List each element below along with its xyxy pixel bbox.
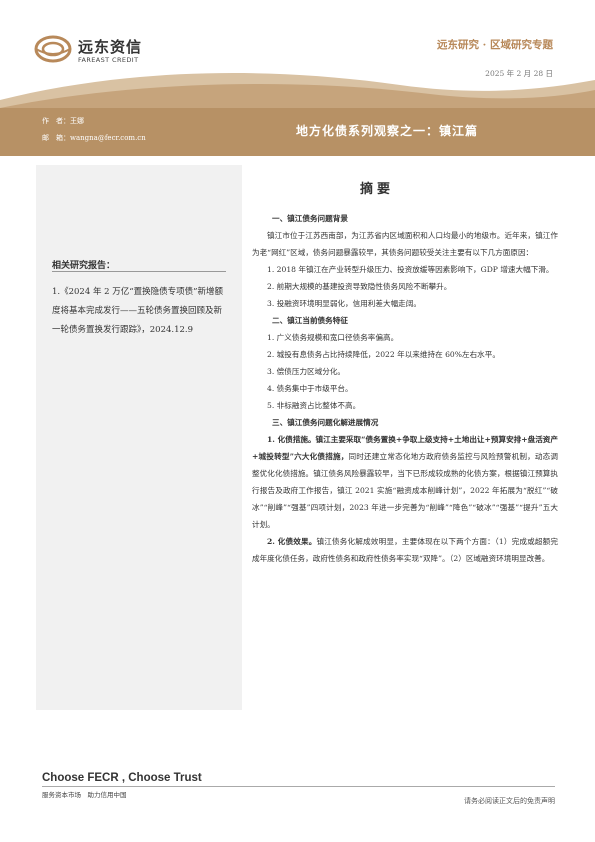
abstract-body: 一、镇江债务问题背景 镇江市位于江苏西南部，为江苏省内区域面积和人口均最小的地级… [252, 210, 558, 567]
list-item: 2. 化债效果。镇江债务化解成效明显，主要体现在以下两个方面：（1）完成或超额完… [252, 533, 558, 567]
abstract-title: 摘要 [360, 182, 395, 197]
list-item: 5. 非标融资占比整体不高。 [267, 401, 361, 410]
section-heading: 一、镇江债务问题背景 [272, 214, 348, 223]
author-line: 作 者：王娜 [42, 117, 84, 125]
section-heading: 二、镇江当前债务特征 [272, 316, 348, 325]
list-item: 1. 化债措施。镇江主要采取“债务置换+争取上级支持+土地出让+预算安排+盘活资… [252, 431, 558, 533]
list-item: 1. 广义债务规模和宽口径债务率偏高。 [267, 333, 399, 342]
list-item: 4. 债务集中于市级平台。 [267, 384, 353, 393]
list-item: 1. 2018 年镇江在产业转型升级压力、投资放缓等因素影响下，GDP 增速大幅… [267, 265, 554, 274]
document-title: 地方化债系列观察之一：镇江篇 [296, 124, 479, 138]
footer-divider [42, 786, 555, 787]
email-line: 邮 箱：wangna@fecr.com.cn [42, 134, 146, 142]
section-heading: 三、镇江债务问题化解进展情况 [272, 418, 379, 427]
footer-subslogan: 服务资本市场 助力信用中国 [42, 791, 127, 799]
related-reports-divider [52, 271, 226, 272]
list-item-lead: 2. 化债效果。 [267, 537, 317, 546]
disclaimer-note[interactable]: 请务必阅读正文后的免责声明 [464, 796, 555, 806]
logo-cn-text: 远东资信 [78, 38, 143, 56]
list-item: 2. 前期大规模的基建投资导致隐性债务风险不断攀升。 [267, 282, 452, 291]
report-series: 远东研究 · 区域研究专题 [437, 39, 553, 51]
list-item-text: 同时还建立常态化地方政府债务监控与风险预警机制，动态调整优化化债措施。镇江债务风… [252, 452, 558, 529]
paragraph: 镇江市位于江苏西南部，为江苏省内区域面积和人口均最小的地级市。近年来，镇江作为老… [252, 231, 558, 257]
list-item: 3. 偿债压力区域分化。 [267, 367, 346, 376]
sidebar-panel [36, 165, 242, 710]
footer-slogan: Choose FECR , Choose Trust [42, 772, 202, 784]
related-reports-heading: 相关研究报告： [52, 261, 116, 271]
related-report-item[interactable]: 1.《2024 年 2 万亿“置换隐债专项债”新增额度将基本完成发行——五轮债务… [52, 283, 224, 340]
list-item: 2. 城投有息债务占比持续降低，2022 年以来维持在 60%左右水平。 [267, 350, 500, 359]
list-item: 3. 投融资环境明显弱化，信用利差大幅走阔。 [267, 299, 421, 308]
